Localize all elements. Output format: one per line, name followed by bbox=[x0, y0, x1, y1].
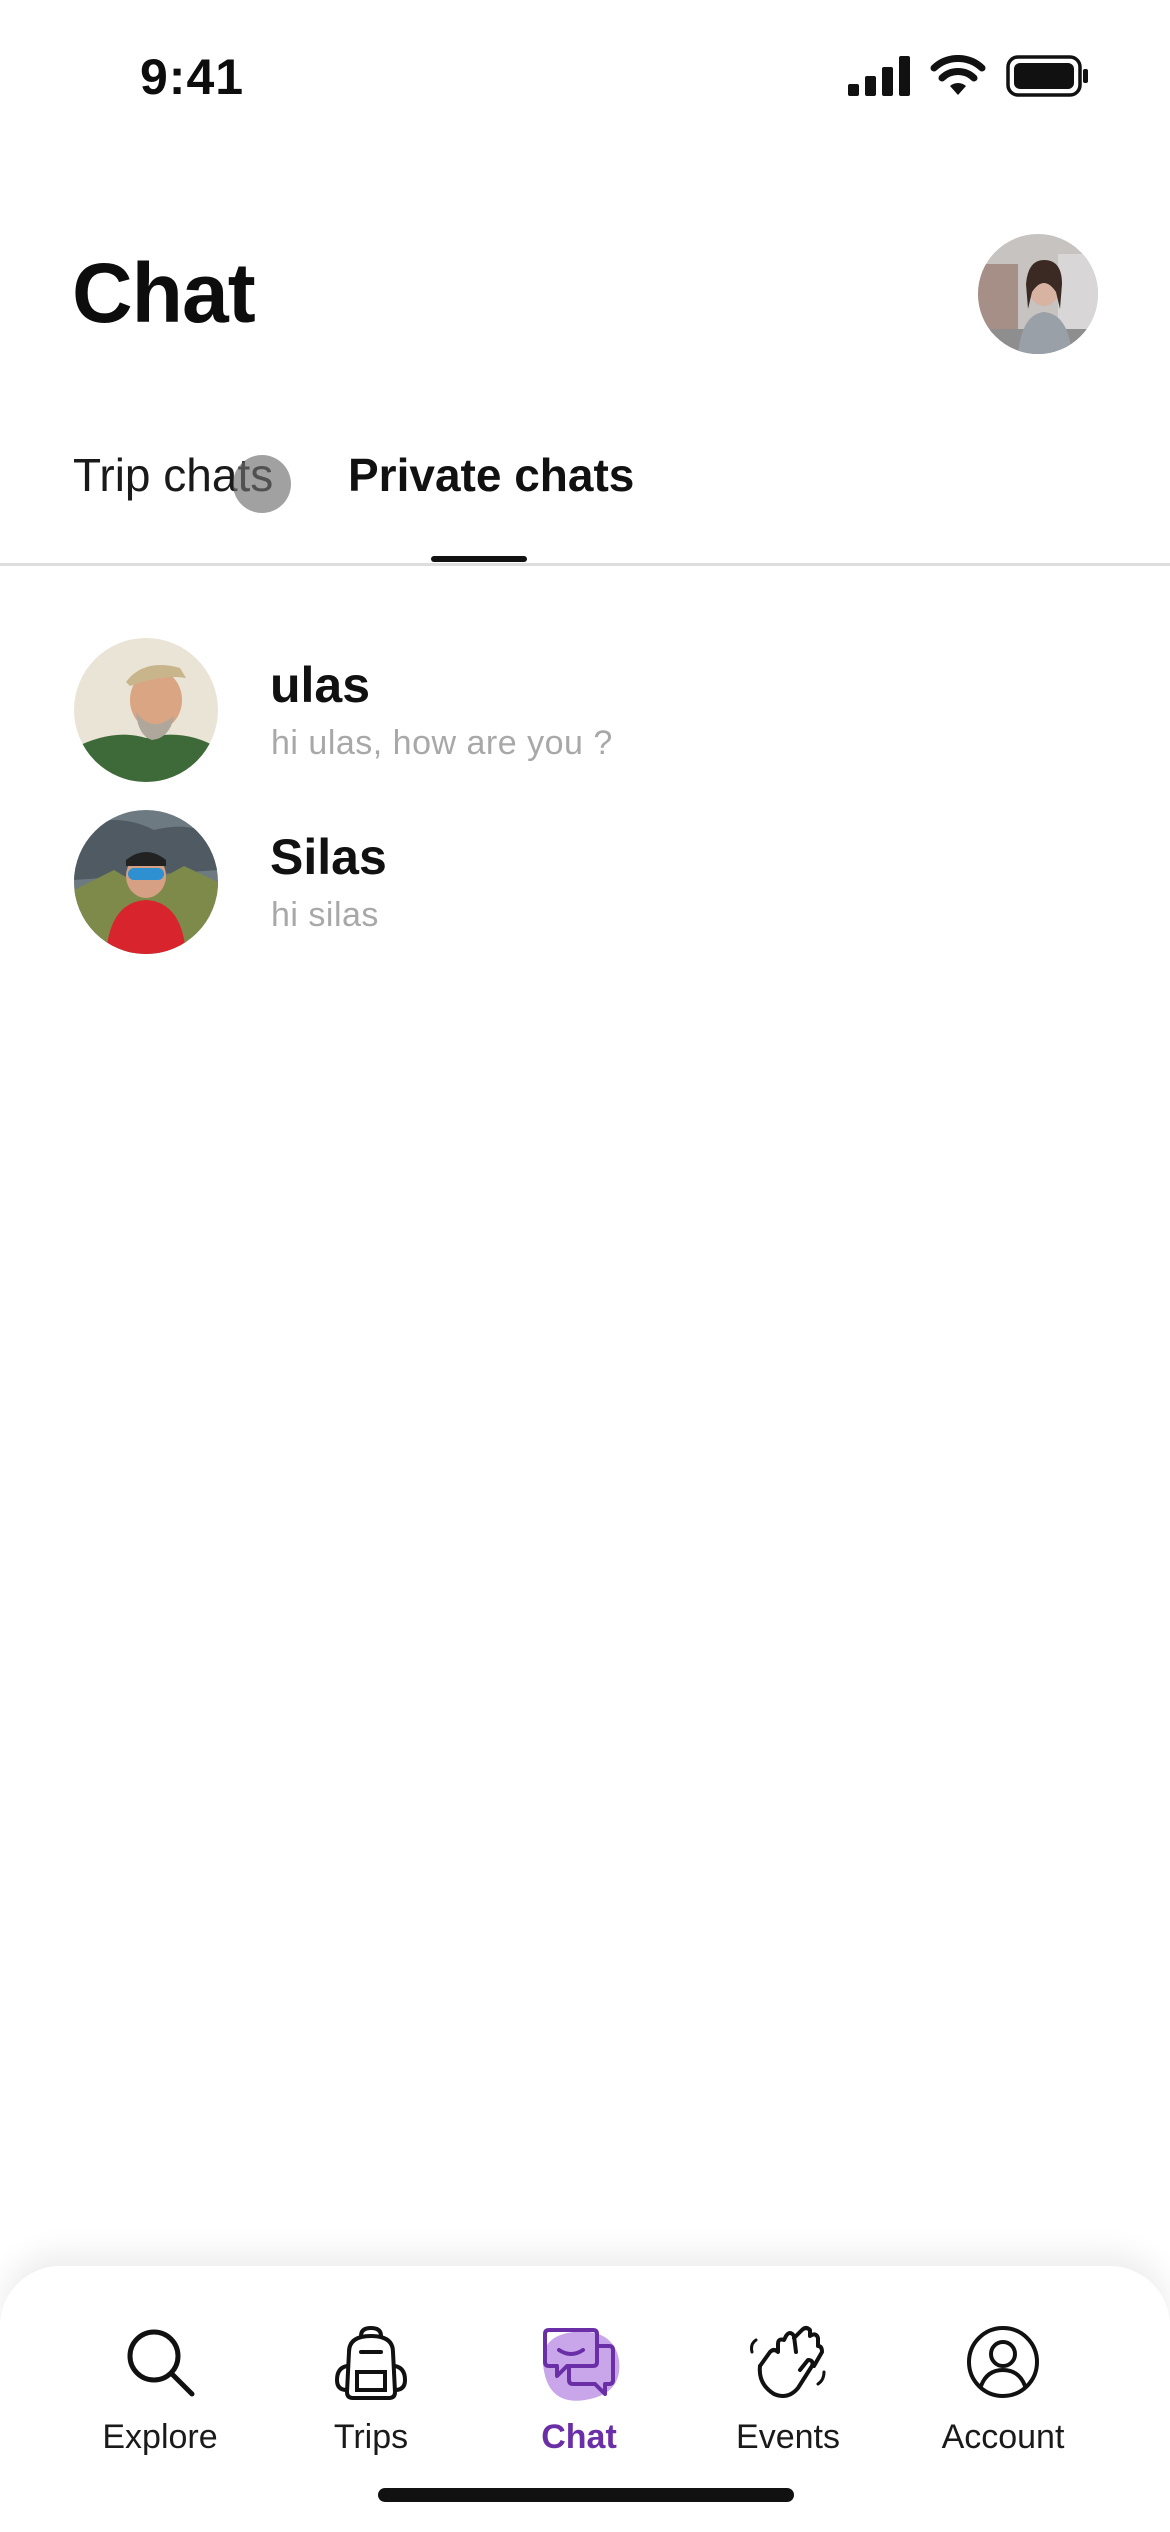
status-bar: 9:41 bbox=[0, 0, 1170, 150]
active-tab-underline bbox=[431, 556, 527, 562]
chat-screen: 9:41 Chat Trip chats Private chats ulas … bbox=[0, 0, 1170, 2532]
profile-photo bbox=[978, 234, 1098, 354]
profile-avatar[interactable] bbox=[978, 234, 1098, 354]
wifi-icon bbox=[930, 55, 986, 95]
chat-list-item[interactable]: ulas hi ulas, how are you ? bbox=[0, 628, 1170, 788]
search-icon bbox=[127, 2329, 195, 2397]
nav-item-explore[interactable]: Explore bbox=[60, 2266, 260, 2466]
touch-indicator bbox=[233, 455, 291, 513]
status-icons bbox=[848, 55, 1090, 97]
nav-label: Account bbox=[941, 2418, 1065, 2456]
chat-preview: hi silas bbox=[271, 896, 379, 934]
nav-item-trips[interactable]: Trips bbox=[271, 2266, 471, 2466]
nav-item-account[interactable]: Account bbox=[903, 2266, 1103, 2466]
chat-preview: hi ulas, how are you ? bbox=[271, 724, 613, 762]
page-title: Chat bbox=[72, 246, 256, 340]
cellular-signal-icon bbox=[848, 56, 910, 96]
home-indicator bbox=[378, 2488, 794, 2502]
nav-label: Trips bbox=[333, 2418, 409, 2456]
backpack-icon bbox=[334, 2325, 408, 2400]
nav-label: Chat bbox=[541, 2418, 617, 2456]
nav-label: Events bbox=[736, 2418, 840, 2456]
user-circle-icon bbox=[967, 2326, 1039, 2398]
nav-item-chat[interactable]: Chat bbox=[479, 2266, 679, 2466]
avatar bbox=[74, 810, 218, 954]
chat-name: Silas bbox=[270, 829, 387, 885]
chat-list-item[interactable]: Silas hi silas bbox=[0, 800, 1170, 960]
chat-name: ulas bbox=[270, 657, 371, 713]
nav-item-events[interactable]: Events bbox=[688, 2266, 888, 2466]
status-time: 9:41 bbox=[140, 49, 245, 105]
nav-label: Explore bbox=[102, 2418, 218, 2456]
battery-icon bbox=[1006, 55, 1088, 97]
waving-hands-icon bbox=[750, 2326, 826, 2398]
tab-private-chats[interactable]: Private chats bbox=[348, 448, 634, 502]
chat-bubbles-icon bbox=[543, 2328, 615, 2396]
chat-tabs: Trip chats Private chats bbox=[0, 430, 1170, 566]
avatar bbox=[74, 638, 218, 782]
